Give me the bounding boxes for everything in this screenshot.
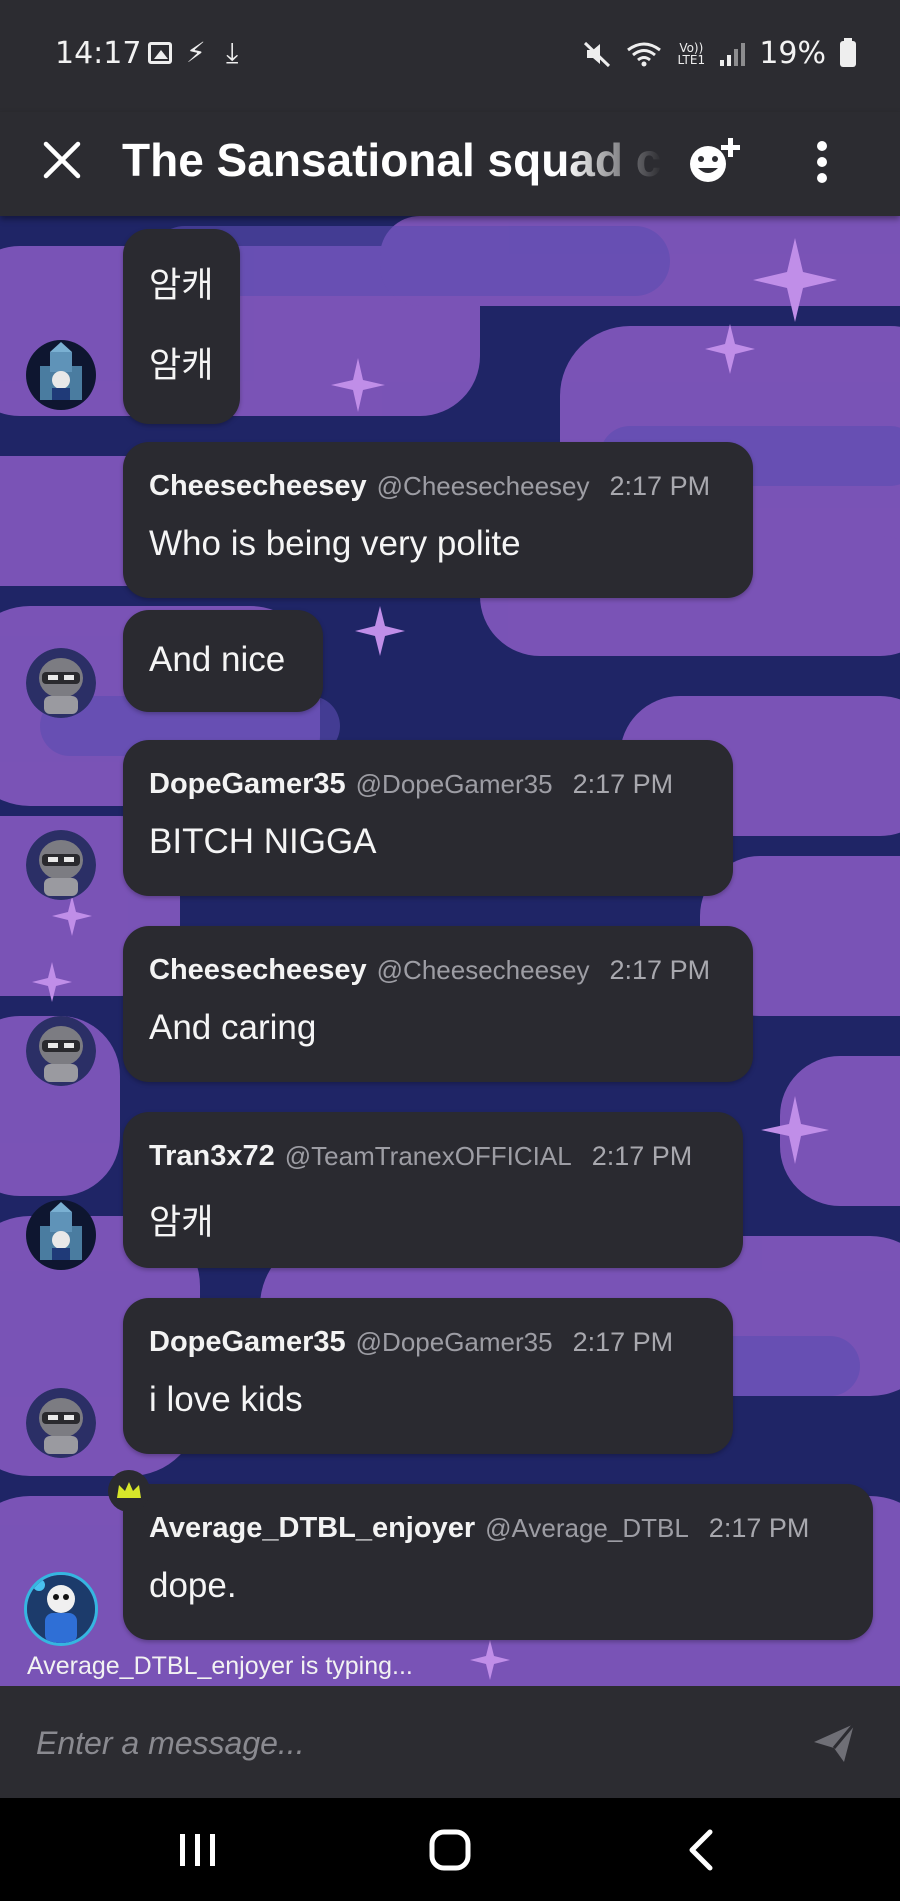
author-name[interactable]: Average_DTBL_enjoyer bbox=[149, 1512, 475, 1545]
message-bubble[interactable]: DopeGamer35 @DopeGamer35 2:17 PM BITCH N… bbox=[123, 740, 733, 896]
message-bubble[interactable]: 암캐 암캐 bbox=[123, 229, 240, 424]
message-time: 2:17 PM bbox=[572, 1327, 674, 1357]
ninja-avatar-image bbox=[26, 830, 96, 900]
typing-indicator: Average_DTBL_enjoyer is typing... bbox=[27, 1652, 413, 1680]
message-time: 2:17 PM bbox=[572, 769, 674, 799]
message-header: Tran3x72 @TeamTranexOFFICIAL 2:17 PM bbox=[149, 1140, 692, 1173]
author-name[interactable]: Cheesecheesey bbox=[149, 954, 367, 987]
message-list[interactable]: 암캐 암캐 Cheesecheesey @Cheesecheesey 2:17 … bbox=[0, 216, 900, 1686]
message-bubble[interactable]: And nice bbox=[123, 610, 323, 712]
composer bbox=[0, 1686, 900, 1798]
author-handle: @Cheesecheesey bbox=[376, 471, 590, 501]
status-bar: 14:17 ⚡ ⤓ Vo)) LTE1 19% bbox=[0, 0, 900, 112]
chat-header: The Sansational squad chat bbox=[0, 112, 900, 216]
back-icon[interactable] bbox=[672, 1824, 732, 1876]
message-text: Who is being very polite bbox=[149, 524, 521, 563]
ninja-avatar-image bbox=[26, 648, 96, 718]
wifi-icon bbox=[627, 42, 662, 66]
mute-icon bbox=[584, 41, 611, 67]
send-icon[interactable] bbox=[808, 1716, 860, 1768]
message-text: 암캐 bbox=[149, 266, 214, 305]
system-nav-bar bbox=[0, 1798, 900, 1901]
crown-badge bbox=[108, 1470, 150, 1512]
notification-icons: ⚡ ⤓ bbox=[148, 36, 252, 69]
system-icons: Vo)) LTE1 19% bbox=[582, 36, 856, 71]
crown-icon bbox=[117, 1482, 141, 1498]
message-text: And nice bbox=[149, 640, 286, 679]
author-handle: @DopeGamer35 bbox=[355, 1327, 553, 1357]
message-input[interactable] bbox=[34, 1716, 798, 1770]
ninja-avatar-image bbox=[26, 1016, 96, 1086]
message-bubble[interactable]: Tran3x72 @TeamTranexOFFICIAL 2:17 PM 암캐 bbox=[123, 1112, 743, 1268]
close-icon[interactable] bbox=[38, 136, 86, 184]
battery-percent: 19% bbox=[759, 36, 826, 71]
message-text: 암캐 bbox=[149, 1203, 214, 1242]
message-time: 2:17 PM bbox=[609, 471, 711, 501]
avatar[interactable] bbox=[26, 1016, 96, 1086]
author-name[interactable]: Tran3x72 bbox=[149, 1140, 275, 1173]
message-bubble[interactable]: Average_DTBL_enjoyer @Average_DTBL 2:17 … bbox=[123, 1484, 873, 1640]
message-bubble[interactable]: Cheesecheesey @Cheesecheesey 2:17 PM And… bbox=[123, 926, 753, 1082]
ninja-avatar-image bbox=[26, 1388, 96, 1458]
battery-icon bbox=[840, 37, 856, 67]
message-text: 암캐 bbox=[149, 346, 214, 385]
message-time: 2:17 PM bbox=[708, 1513, 810, 1543]
message-bubble[interactable]: Cheesecheesey @Cheesecheesey 2:17 PM Who… bbox=[123, 442, 753, 598]
author-handle: @Cheesecheesey bbox=[376, 955, 590, 985]
message-text: BITCH NIGGA bbox=[149, 822, 377, 861]
bolt-notification-icon: ⚡ bbox=[186, 36, 206, 69]
message-text: And caring bbox=[149, 1008, 317, 1047]
author-name[interactable]: DopeGamer35 bbox=[149, 1326, 346, 1359]
author-handle: @DopeGamer35 bbox=[355, 769, 553, 799]
avatar[interactable] bbox=[26, 830, 96, 900]
add-member-icon[interactable] bbox=[686, 132, 746, 192]
message-text: i love kids bbox=[149, 1380, 303, 1419]
message-header: DopeGamer35 @DopeGamer35 2:17 PM bbox=[149, 768, 673, 801]
message-time: 2:17 PM bbox=[591, 1141, 693, 1171]
author-handle: @TeamTranexOFFICIAL bbox=[284, 1141, 572, 1171]
home-icon[interactable] bbox=[420, 1824, 480, 1876]
sans-character-avatar-image bbox=[27, 1575, 95, 1643]
author-name[interactable]: Cheesecheesey bbox=[149, 470, 367, 503]
message-header: Cheesecheesey @Cheesecheesey 2:17 PM bbox=[149, 954, 710, 987]
more-vertical-icon[interactable] bbox=[800, 132, 844, 192]
avatar[interactable] bbox=[26, 1388, 96, 1458]
sans-castle-avatar-image bbox=[26, 340, 96, 410]
message-time: 2:17 PM bbox=[609, 955, 711, 985]
chat-title: The Sansational squad chat bbox=[122, 134, 662, 186]
message-header: Cheesecheesey @Cheesecheesey 2:17 PM bbox=[149, 470, 710, 503]
lte-indicator: Vo)) LTE1 bbox=[677, 40, 706, 67]
message-header: Average_DTBL_enjoyer @Average_DTBL 2:17 … bbox=[149, 1512, 809, 1545]
sans-castle-avatar-image bbox=[26, 1200, 96, 1270]
status-time: 14:17 bbox=[55, 36, 142, 71]
image-notification-icon bbox=[148, 42, 172, 64]
download-notification-icon: ⤓ bbox=[226, 36, 239, 69]
avatar[interactable] bbox=[26, 340, 96, 410]
signal-icon bbox=[720, 42, 746, 66]
avatar[interactable] bbox=[24, 1572, 98, 1646]
avatar[interactable] bbox=[26, 1200, 96, 1270]
message-text: dope. bbox=[149, 1566, 237, 1605]
avatar[interactable] bbox=[26, 648, 96, 718]
author-handle: @Average_DTBL bbox=[485, 1513, 689, 1543]
message-header: DopeGamer35 @DopeGamer35 2:17 PM bbox=[149, 1326, 673, 1359]
author-name[interactable]: DopeGamer35 bbox=[149, 768, 346, 801]
message-bubble[interactable]: DopeGamer35 @DopeGamer35 2:17 PM i love … bbox=[123, 1298, 733, 1454]
recent-apps-icon[interactable] bbox=[168, 1824, 228, 1876]
